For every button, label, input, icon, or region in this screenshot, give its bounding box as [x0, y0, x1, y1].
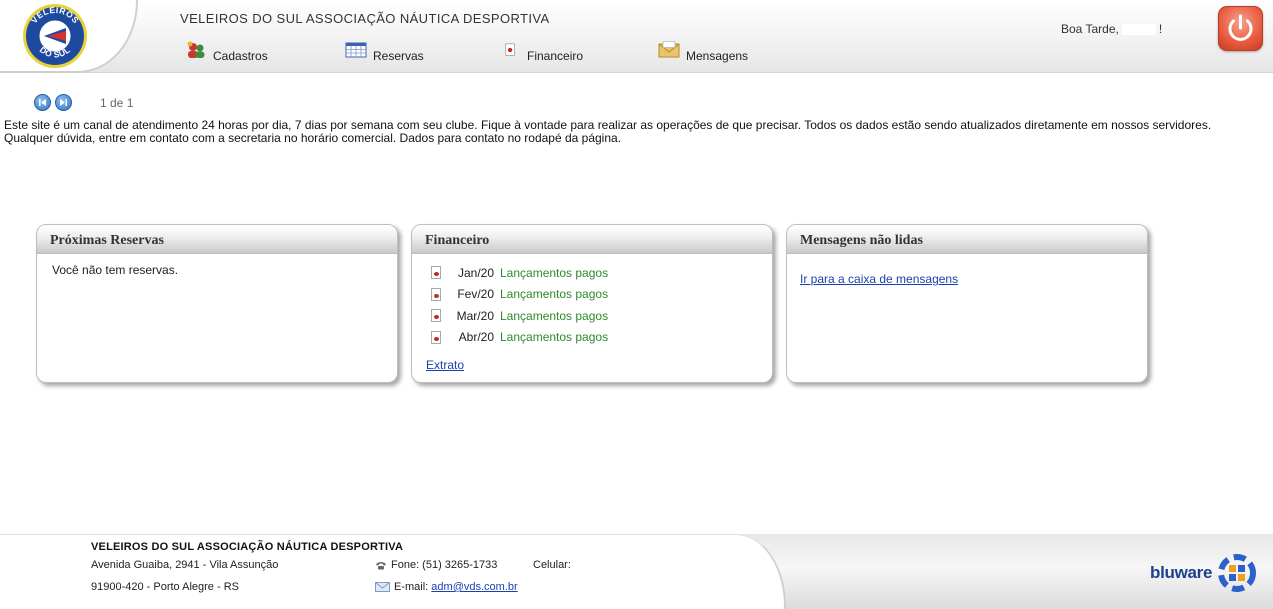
- panel-financeiro-title: Financeiro: [412, 225, 772, 254]
- footer-email-link[interactable]: adm@vds.com.br: [431, 581, 517, 593]
- greeting: Boa Tarde,!: [1061, 22, 1162, 36]
- bluware-logo-icon: [1218, 554, 1257, 592]
- site-title: VELEIROS DO SUL ASSOCIAÇÃO NÁUTICA DESPO…: [180, 11, 550, 26]
- finance-month: Jan/20: [457, 265, 494, 280]
- finance-row[interactable]: Mar/20 Lançamentos pagos: [431, 305, 757, 327]
- pager: 1 de 1: [34, 94, 133, 111]
- logout-button[interactable]: [1218, 6, 1263, 51]
- greeting-suffix: !: [1158, 22, 1163, 36]
- nav-reservas[interactable]: Reservas: [345, 42, 424, 63]
- panel-reservas-title: Próximas Reservas: [37, 225, 397, 254]
- extrato-link[interactable]: Extrato: [426, 358, 464, 372]
- document-icon: [505, 43, 515, 56]
- logo-panel: VELEIROS DO SUL: [0, 0, 138, 73]
- finance-row[interactable]: Fev/20 Lançamentos pagos: [431, 284, 757, 306]
- finance-status: Lançamentos pagos: [500, 287, 609, 302]
- document-icon[interactable]: [431, 287, 441, 301]
- document-icon[interactable]: [431, 266, 441, 280]
- footer-email: E-mail: adm@vds.com.br: [375, 581, 518, 593]
- finance-status: Lançamentos pagos: [500, 308, 609, 323]
- bluware-brand[interactable]: bluware: [1150, 554, 1257, 592]
- greeting-prefix: Boa Tarde,: [1061, 22, 1119, 36]
- header: VELEIROS DO SUL VELEIROS DO SUL ASSOCIAÇ…: [0, 0, 1273, 73]
- user-name: [1121, 24, 1156, 36]
- footer-phone: Fone: (51) 3265-1733: [375, 559, 497, 571]
- intro-line-2: Qualquer dúvida, entre em contato com a …: [4, 131, 622, 145]
- panel-mensagens-title: Mensagens não lidas: [787, 225, 1147, 254]
- club-logo[interactable]: VELEIROS DO SUL: [20, 2, 90, 70]
- footer-phone-text: Fone: (51) 3265-1733: [391, 559, 498, 571]
- nav-cadastros[interactable]: Cadastros: [185, 41, 268, 63]
- footer-address: Avenida Guaiba, 2941 - Vila Assunção: [91, 559, 279, 571]
- mail-icon: [375, 582, 390, 592]
- finance-status: Lançamentos pagos: [500, 330, 609, 345]
- intro-text: Este site é um canal de atendimento 24 h…: [4, 119, 1264, 145]
- first-page-button[interactable]: [34, 94, 51, 111]
- document-icon[interactable]: [431, 309, 441, 323]
- footer: VELEIROS DO SUL ASSOCIAÇÃO NÁUTICA DESPO…: [0, 534, 1273, 609]
- footer-org-name: VELEIROS DO SUL ASSOCIAÇÃO NÁUTICA DESPO…: [91, 541, 404, 553]
- nav-financeiro[interactable]: Financeiro: [505, 43, 584, 63]
- nav-cadastros-label: Cadastros: [213, 49, 268, 63]
- phone-icon: [376, 561, 386, 569]
- panel-proximas-reservas: Próximas Reservas Você não tem reservas.: [36, 224, 398, 383]
- nav-financeiro-label: Financeiro: [527, 49, 584, 63]
- finance-row[interactable]: Abr/20 Lançamentos pagos: [431, 327, 757, 349]
- bluware-logo-text: bluware: [1150, 563, 1213, 582]
- people-icon: [187, 41, 205, 58]
- finance-month: Abr/20: [458, 330, 494, 345]
- document-icon[interactable]: [431, 330, 441, 344]
- footer-contact-panel: VELEIROS DO SUL ASSOCIAÇÃO NÁUTICA DESPO…: [0, 534, 786, 609]
- next-page-button[interactable]: [55, 94, 72, 111]
- page-count: 1 de 1: [100, 95, 134, 110]
- finance-month: Fev/20: [457, 287, 494, 302]
- nav-mensagens[interactable]: Mensagens: [658, 41, 749, 63]
- calendar-grid-icon: [345, 42, 367, 58]
- finance-status: Lançamentos pagos: [500, 265, 609, 280]
- skip-forward-icon: [60, 99, 67, 106]
- panel-financeiro: Financeiro Jan/20 Lançamentos pagos Fev/…: [411, 224, 773, 383]
- footer-cel: Celular:: [533, 559, 571, 571]
- envelope-icon: [658, 41, 680, 58]
- power-icon: [1228, 14, 1253, 41]
- panel-mensagens-nao-lidas: Mensagens não lidas Ir para a caixa de m…: [786, 224, 1148, 383]
- footer-city: 91900-420 - Porto Alegre - RS: [91, 581, 239, 593]
- no-reservations-text: Você não tem reservas.: [52, 263, 179, 277]
- finance-month: Mar/20: [456, 308, 494, 323]
- nav-reservas-label: Reservas: [373, 49, 424, 63]
- skip-back-icon: [39, 99, 46, 106]
- inbox-link[interactable]: Ir para a caixa de mensagens: [800, 272, 958, 286]
- finance-row[interactable]: Jan/20 Lançamentos pagos: [431, 262, 757, 284]
- footer-email-label: E-mail:: [394, 581, 429, 593]
- nav-mensagens-label: Mensagens: [686, 49, 749, 63]
